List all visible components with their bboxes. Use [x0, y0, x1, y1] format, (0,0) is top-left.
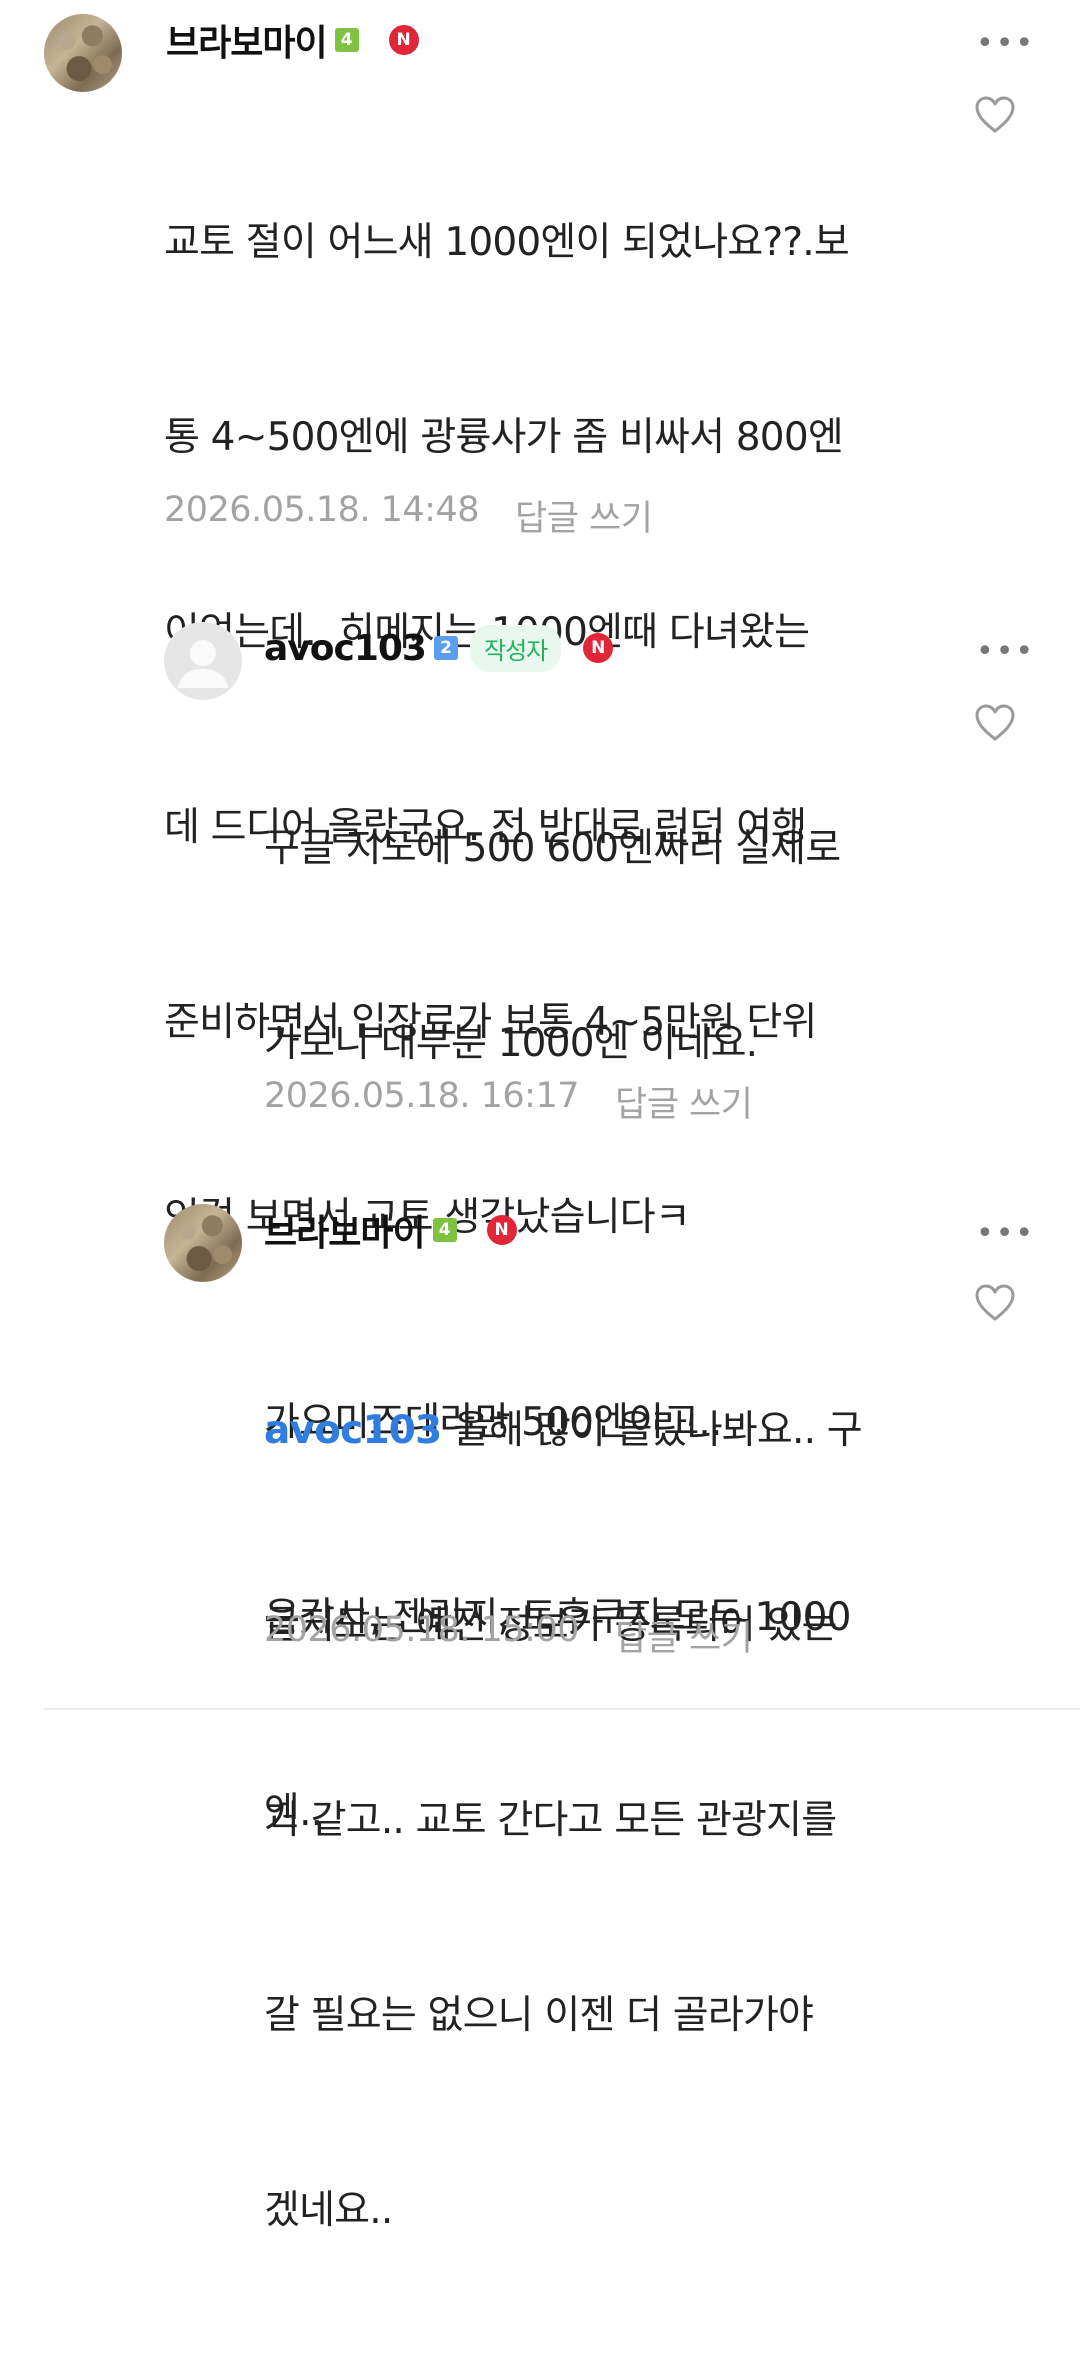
- comment-meta: 2026.05.18. 15:00 답글 쓰기: [264, 1610, 753, 1661]
- comment-line: 구글 지도에 500 600엔짜리 실제로: [264, 826, 841, 871]
- new-badge: N: [486, 1215, 517, 1245]
- avatar[interactable]: [164, 622, 242, 700]
- comment-date: 2026.05.18. 15:00: [264, 1610, 580, 1650]
- comment-date: 2026.05.18. 14:48: [164, 490, 480, 530]
- comment-header: 브라보마이 4 N: [264, 1208, 517, 1254]
- default-user-icon: [178, 640, 228, 688]
- heart-outline-icon[interactable]: [974, 1284, 1016, 1322]
- heart-outline-icon[interactable]: [974, 704, 1016, 742]
- more-options-icon[interactable]: •••: [976, 29, 1035, 59]
- level-badge: 4: [334, 28, 359, 52]
- author-badge: 작성자: [469, 624, 562, 672]
- level-badge: 2: [433, 636, 458, 660]
- comment-line: 겠네요..: [264, 2188, 393, 2233]
- heart-outline-icon[interactable]: [974, 96, 1016, 134]
- comment-line: 갈 필요는 없으니 이젠 더 골라가야: [264, 1993, 814, 2038]
- divider: [44, 1708, 1080, 1710]
- new-badge: N: [388, 25, 419, 55]
- comment-line-text: 올해 많이 올랐나봐요.. 구: [441, 1408, 863, 1453]
- comment-line: avoc103 올해 많이 올랐나봐요.. 구: [264, 1398, 863, 1463]
- reply-button[interactable]: 답글 쓰기: [515, 490, 653, 541]
- avatar[interactable]: [164, 1204, 242, 1282]
- new-badge: N: [583, 633, 614, 663]
- mention-link[interactable]: avoc103: [264, 1408, 442, 1453]
- reply-button[interactable]: 답글 쓰기: [615, 1076, 753, 1127]
- comment-meta: 2026.05.18. 14:48 답글 쓰기: [164, 490, 653, 541]
- comment-line: 거 같고.. 교토 간다고 모든 관광지를: [264, 1798, 837, 1843]
- more-options-icon[interactable]: •••: [976, 637, 1035, 667]
- comment-meta: 2026.05.18. 16:17 답글 쓰기: [264, 1076, 753, 1127]
- comment-line: 가보니 대부분 1000엔 이네요.: [264, 1021, 758, 1066]
- nickname[interactable]: avoc103: [264, 628, 427, 669]
- comment-text: avoc103 올해 많이 올랐나봐요.. 구 글지도는 예전 정보가 등록되어…: [264, 1268, 863, 2373]
- comment-header: avoc103 2 작성자 N: [264, 624, 614, 672]
- comment-line: 교토 절이 어느새 1000엔이 되었나요??.보: [164, 220, 850, 265]
- comment-header: 브라보마이 4 N: [166, 18, 419, 64]
- nickname[interactable]: 브라보마이: [264, 1204, 426, 1256]
- comment-line: 통 4~500엔에 광륭사가 좀 비싸서 800엔: [164, 415, 844, 460]
- comment-date: 2026.05.18. 16:17: [264, 1076, 580, 1116]
- avatar[interactable]: [44, 14, 122, 92]
- more-options-icon[interactable]: •••: [976, 1219, 1035, 1249]
- nickname[interactable]: 브라보마이: [166, 14, 328, 66]
- level-badge: 4: [432, 1218, 457, 1242]
- reply-button[interactable]: 답글 쓰기: [615, 1610, 753, 1661]
